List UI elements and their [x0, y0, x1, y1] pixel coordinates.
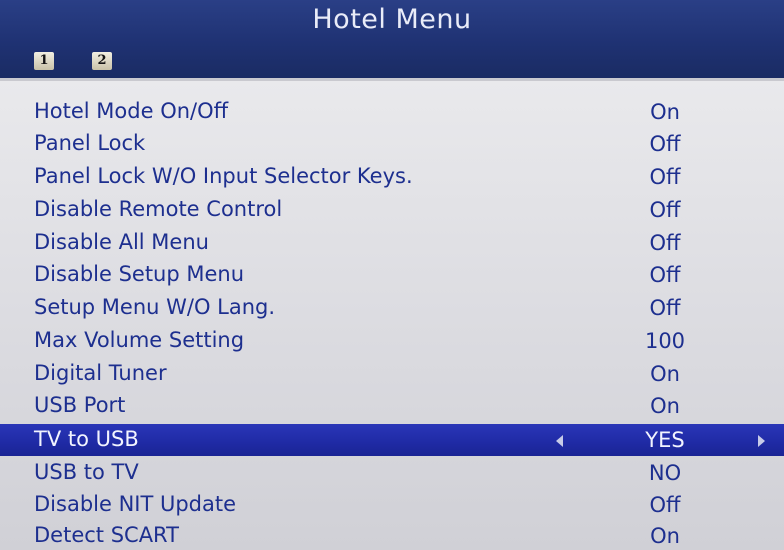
menu-item-value: Off	[649, 132, 681, 156]
menu-item-value: Off	[649, 198, 681, 222]
menu-item-digital-tuner[interactable]: Digital Tuner On	[0, 358, 784, 390]
menu-header: Hotel Menu 1 2	[0, 0, 784, 78]
menu-item-disable-remote[interactable]: Disable Remote Control Off	[0, 194, 784, 226]
menu-item-value: On	[650, 524, 680, 548]
menu-item-label: Panel Lock W/O Input Selector Keys.	[34, 164, 413, 188]
arrow-left-icon[interactable]	[556, 435, 563, 447]
menu-item-label: Digital Tuner	[34, 361, 167, 385]
menu-item-label: Disable NIT Update	[34, 492, 237, 516]
menu-item-disable-nit-update[interactable]: Disable NIT Update Off	[0, 489, 784, 521]
menu-item-disable-setup-menu[interactable]: Disable Setup Menu Off	[0, 259, 784, 291]
menu-item-value: YES	[645, 428, 685, 452]
menu-item-label: Setup Menu W/O Lang.	[34, 295, 276, 319]
menu-item-label: USB Port	[34, 393, 126, 417]
menu-item-value: 100	[644, 329, 686, 353]
menu-item-label: TV to USB	[34, 427, 139, 451]
hotel-menu-screen: Hotel Menu 1 2 Hotel Mode On/Off On Pane…	[0, 0, 784, 550]
menu-title: Hotel Menu	[312, 4, 472, 35]
menu-item-label: Detect SCART	[34, 523, 179, 547]
menu-item-setup-menu-wo-lang[interactable]: Setup Menu W/O Lang. Off	[0, 292, 784, 324]
menu-item-label: Disable Remote Control	[34, 197, 283, 221]
menu-item-value: Off	[649, 296, 681, 320]
menu-item-label: Max Volume Setting	[34, 328, 245, 352]
menu-item-panel-lock[interactable]: Panel Lock Off	[0, 128, 784, 160]
menu-item-value: NO	[648, 461, 682, 485]
menu-item-value: On	[650, 394, 680, 418]
menu-item-usb-to-tv[interactable]: USB to TV NO	[0, 457, 784, 489]
menu-item-label: USB to TV	[34, 460, 139, 484]
menu-item-value: Off	[649, 165, 681, 189]
menu-item-panel-lock-wo-input[interactable]: Panel Lock W/O Input Selector Keys. Off	[0, 161, 784, 193]
menu-item-tv-to-usb[interactable]: TV to USB YES	[0, 424, 784, 456]
menu-item-value: On	[650, 362, 680, 386]
menu-item-label: Hotel Mode On/Off	[34, 99, 229, 123]
menu-item-value: Off	[649, 263, 681, 287]
menu-item-value: On	[650, 100, 680, 124]
menu-item-label: Disable Setup Menu	[34, 262, 245, 286]
menu-item-hotel-mode[interactable]: Hotel Mode On/Off On	[0, 96, 784, 128]
menu-item-label: Disable All Menu	[34, 230, 209, 254]
arrow-right-icon[interactable]	[758, 435, 765, 447]
menu-item-disable-all-menu[interactable]: Disable All Menu Off	[0, 227, 784, 259]
menu-item-detect-scart[interactable]: Detect SCART On	[0, 520, 784, 550]
menu-item-value: Off	[649, 493, 681, 517]
menu-item-usb-port[interactable]: USB Port On	[0, 390, 784, 422]
menu-list: Hotel Mode On/Off On Panel Lock Off Pane…	[0, 78, 784, 550]
menu-item-value: Off	[649, 231, 681, 255]
menu-item-label: Panel Lock	[34, 131, 146, 155]
page-tab-1[interactable]: 1	[34, 52, 54, 70]
page-tab-2[interactable]: 2	[92, 52, 112, 70]
menu-item-max-volume[interactable]: Max Volume Setting 100	[0, 325, 784, 357]
